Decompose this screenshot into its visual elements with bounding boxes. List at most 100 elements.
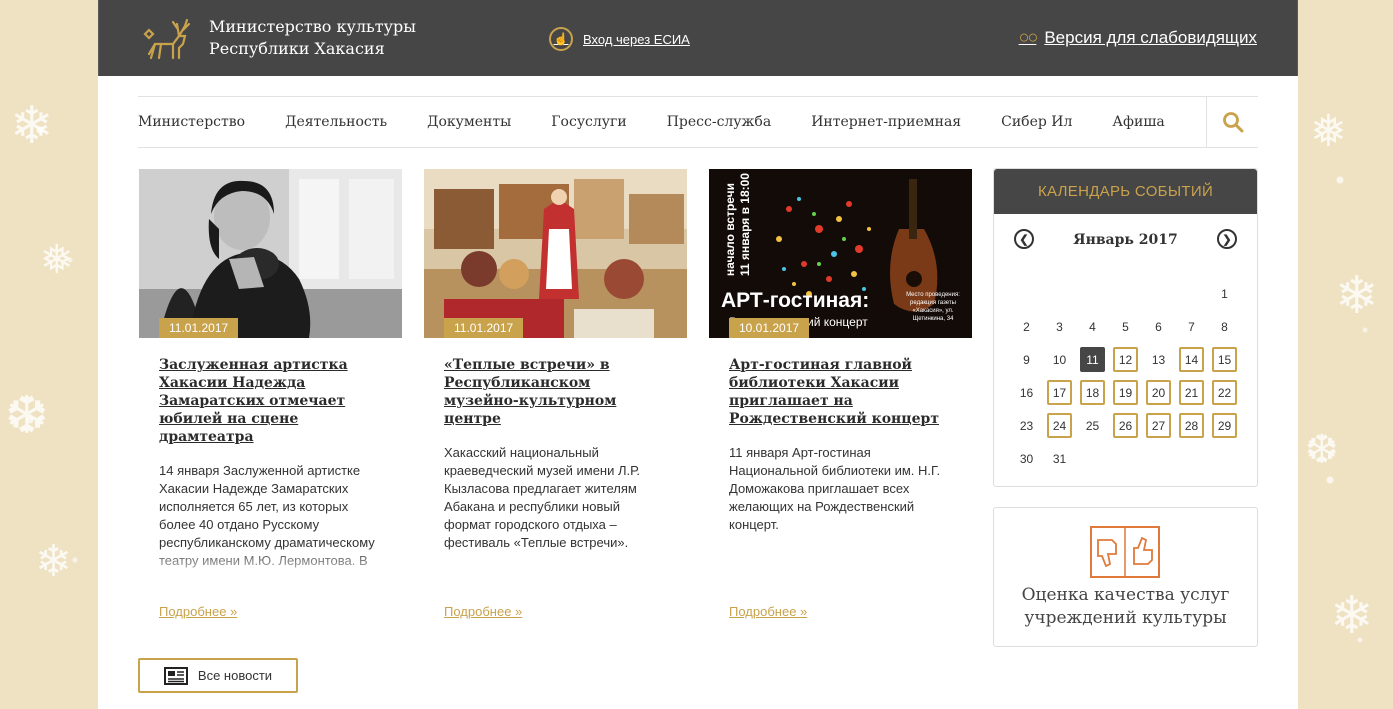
service-quality-text: Оценка качества услуг учреждений культур… [994,584,1257,630]
calendar-day-event[interactable]: 15 [1212,347,1237,372]
nav-item-ministry[interactable]: Министерство [138,114,245,130]
news-title-link[interactable]: «Теплые встречи» в Республиканском музей… [444,356,667,428]
calendar-day: 7 [1188,319,1195,334]
thumbs-rating-icon [1090,526,1160,578]
calendar-day: 23 [1019,418,1034,433]
all-news-button[interactable]: Все новости [138,658,298,693]
news-title-link[interactable]: Заслуженная артистка Хакасии Надежда Зам… [159,356,382,446]
calendar-day-event[interactable]: 17 [1047,380,1072,405]
service-quality-line2: учреждений культуры [1024,608,1227,628]
snowflake-icon: ❄ [35,537,72,586]
calendar-day-event[interactable]: 24 [1047,413,1072,438]
calendar-day-event[interactable]: 29 [1212,413,1237,438]
actress-portrait-image [139,169,402,338]
nav-item-internet-reception[interactable]: Интернет-приемная [811,114,961,130]
top-bar: Министерство культуры Республики Хакасия… [98,0,1298,76]
news-excerpt: Хакасский национальный краеведческий муз… [444,445,640,550]
snowflake-icon: ❅ [40,238,74,282]
calendar-day-event[interactable]: 19 [1113,380,1138,405]
news-date-badge: 11.01.2017 [159,318,239,338]
nav-item-press-service[interactable]: Пресс-служба [667,114,772,130]
calendar-day: 31 [1052,451,1067,466]
calendar-day-event[interactable]: 20 [1146,380,1171,405]
calendar-day-event[interactable]: 28 [1179,413,1204,438]
calendar-days-grid: 1 2 3 4 5 6 7 8 9 10 11 12 13 14 15 16 17 18 19 20 21 22 23 24 2… [1010,277,1241,475]
snowflake-icon: ❄ [1335,267,1379,325]
search-button[interactable] [1206,97,1258,147]
news-date-badge: 11.01.2017 [444,318,524,338]
newspaper-icon [163,666,188,685]
ministry-name[interactable]: Министерство культуры Республики Хакасия [209,16,416,60]
news-excerpt: 11 января Арт-гостиная Национальной библ… [729,445,941,532]
calendar-heading: КАЛЕНДАРЬ СОБЫТИЙ [994,169,1257,214]
calendar-day-event[interactable]: 12 [1113,347,1138,372]
read-more-link[interactable]: Подробнее » [444,604,522,619]
service-quality-banner[interactable]: Оценка качества услуг учреждений культур… [993,507,1258,647]
news-photo[interactable]: начало встречи 11 января в 18:00 АРТ-гос… [709,169,972,338]
nav-item-siber-il[interactable]: Сибер Ил [1001,114,1072,130]
nav-item-activity[interactable]: Деятельность [285,114,387,130]
news-card: начало встречи 11 января в 18:00 АРТ-гос… [709,169,972,619]
calendar-blank-cell [1146,281,1171,306]
poster-venue: Место проведения: редакция газеты «Хакас… [906,292,960,322]
low-vision-version-link[interactable]: ○○ Версия для слабовидящих [1019,27,1257,48]
news-card: 11.01.2017 «Теплые встречи» в Республика… [424,169,687,619]
next-month-button[interactable]: ❯ [1217,229,1237,249]
low-vision-label: Версия для слабовидящих [1044,27,1257,47]
prev-month-button[interactable]: ❮ [1014,229,1034,249]
calendar-day: 2 [1023,319,1030,334]
calendar-day: 10 [1052,352,1067,367]
calendar-blank-cell [1179,281,1204,306]
calendar-day-event[interactable]: 21 [1179,380,1204,405]
calendar-day-event[interactable]: 27 [1146,413,1171,438]
calendar-day: 13 [1151,352,1166,367]
glasses-icon: ○○ [1018,27,1039,47]
calendar-day-event[interactable]: 26 [1113,413,1138,438]
calendar-day: 16 [1019,385,1034,400]
calendar-day: 4 [1089,319,1096,334]
calendar-day: 9 [1023,352,1030,367]
calendar-day: 30 [1019,451,1034,466]
snowflake-icon: ❆ [1305,428,1339,472]
news-title-link[interactable]: Арт-гостиная главной библиотеки Хакасии … [729,356,952,428]
main-navigation: Министерство Деятельность Документы Госу… [138,96,1258,148]
ministry-name-line2: Республики Хакасия [209,39,385,58]
calendar-blank-cell [1080,281,1105,306]
news-date-badge: 10.01.2017 [729,318,810,338]
service-quality-line1: Оценка качества услуг [1021,585,1230,605]
museum-exhibition-image [424,169,687,338]
calendar-day: 25 [1085,418,1100,433]
snowflake-icon: ❄ [1330,587,1374,645]
esia-login-label: Вход через ЕСИА [583,31,690,47]
hand-pointer-icon: ☝ [549,27,573,51]
snowflake-icon: ❄ [10,97,54,155]
news-photo[interactable]: 11.01.2017 [139,169,402,338]
calendar-day: 8 [1221,319,1228,334]
calendar-day: 1 [1221,286,1228,301]
calendar-day-event[interactable]: 14 [1179,347,1204,372]
calendar-blank-cell [1113,281,1138,306]
nav-item-documents[interactable]: Документы [427,114,511,130]
ministry-name-line1: Министерство культуры [209,17,416,36]
read-more-link[interactable]: Подробнее » [729,604,807,619]
news-excerpt: 14 января Заслуженной артистке Хакасии Н… [159,462,382,586]
calendar-day-event[interactable]: 22 [1212,380,1237,405]
snowflake-icon: ❅ [1310,107,1347,156]
calendar-blank-cell [1014,281,1039,306]
calendar-day-event[interactable]: 18 [1080,380,1105,405]
poster-vertical-text: начало встречи 11 января в 18:00 [723,173,769,283]
news-photo[interactable]: 11.01.2017 [424,169,687,338]
poster-start-caption: начало встречи [723,183,737,277]
nav-item-afisha[interactable]: Афиша [1112,114,1164,130]
nav-item-public-services[interactable]: Госуслуги [551,114,626,130]
all-news-label: Все новости [197,668,273,683]
events-calendar: КАЛЕНДАРЬ СОБЫТИЙ ❮ Январь 2017 ❯ 123456… [993,168,1258,487]
calendar-month-bar: ❮ Январь 2017 ❯ [994,214,1257,266]
calendar-day: 3 [1056,319,1063,334]
calendar-month-title: Январь 2017 [1073,232,1178,248]
calendar-day: 6 [1155,319,1162,334]
calendar-day-today[interactable]: 11 [1080,347,1105,372]
deer-logo-icon[interactable] [139,14,197,66]
read-more-link[interactable]: Подробнее » [159,604,237,619]
esia-login-link[interactable]: ☝ Вход через ЕСИА [549,27,690,51]
